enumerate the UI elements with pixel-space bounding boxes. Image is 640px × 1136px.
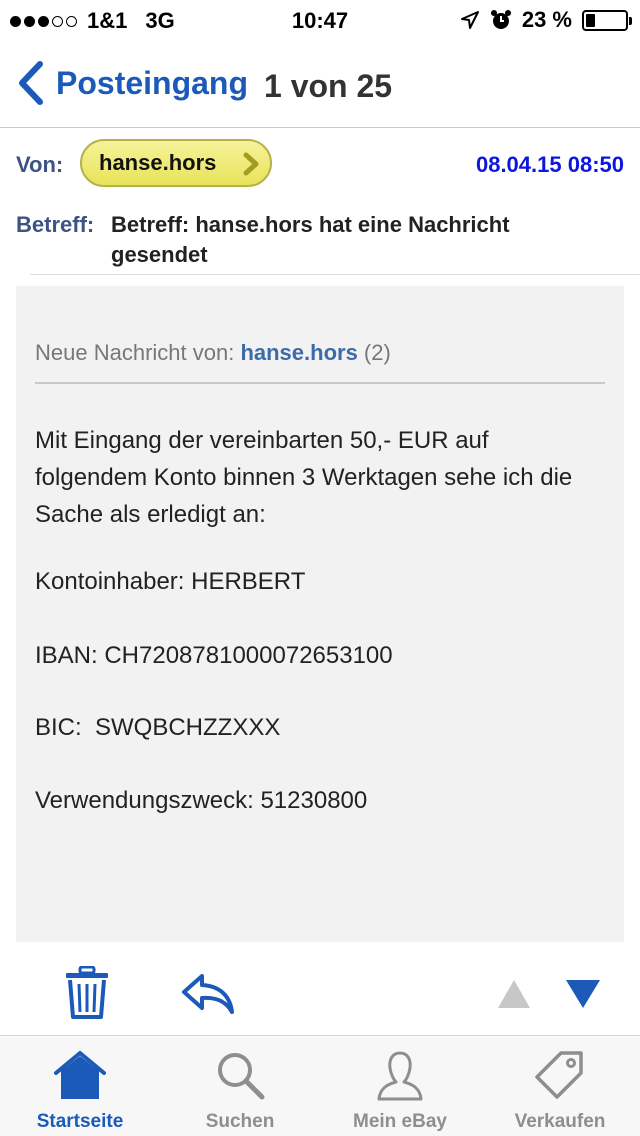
message-date: 08.04.15 08:50	[475, 152, 624, 177]
reply-button[interactable]	[180, 972, 236, 1019]
tab-mein-ebay[interactable]: Mein eBay	[320, 1037, 480, 1136]
battery-icon	[582, 9, 632, 31]
battery-percent: 23 %	[521, 7, 572, 32]
tab-label: Mein eBay	[353, 1111, 447, 1132]
status-bar: 1&1 3G 10:47 23 %	[0, 0, 640, 40]
message-intro-prefix: Neue Nachricht von:	[35, 340, 241, 365]
chevron-left-icon	[19, 61, 43, 105]
location-arrow-icon	[460, 11, 479, 29]
user-icon	[377, 1051, 423, 1101]
back-button[interactable]: Posteingang	[16, 60, 248, 106]
chevron-right-icon	[243, 152, 259, 176]
sender-name: hanse.hors	[99, 150, 217, 175]
iban-line: IBAN: CH7208781000072653100	[35, 642, 393, 669]
message-text: Mit Eingang der vereinbarten 50,- EUR au…	[35, 427, 573, 528]
navigation-bar: Posteingang 1 von 25	[0, 40, 640, 128]
battery-level-fill	[586, 13, 595, 27]
tab-label: Verkaufen	[514, 1111, 606, 1132]
message-counter: 1 von 25	[264, 68, 393, 104]
tab-label: Suchen	[205, 1111, 275, 1132]
bic-line: BIC: SWQBCHZZXXX	[35, 714, 281, 741]
delete-button[interactable]	[64, 965, 110, 1025]
message-body: Neue Nachricht von: hanse.hors (2) Mit E…	[16, 286, 624, 942]
arrow-up-icon	[498, 980, 530, 1008]
account-holder-line: Kontoinhaber: HERBERT	[35, 568, 306, 595]
trash-icon	[66, 965, 108, 1019]
sender-button[interactable]: hanse.hors	[80, 139, 272, 187]
alarm-clock-icon	[490, 10, 511, 29]
next-message-button[interactable]	[564, 978, 602, 1015]
message-intro-count: (2)	[357, 340, 391, 365]
previous-message-button[interactable]	[496, 978, 532, 1015]
message-divider	[35, 382, 605, 384]
tab-verkaufen[interactable]: Verkaufen	[480, 1037, 640, 1136]
tag-icon	[535, 1051, 583, 1099]
reference-line: Verwendungszweck: 51230800	[35, 787, 368, 814]
search-icon	[218, 1053, 265, 1100]
subject-row: Betreff: Betreff: hanse.hors hat eine Na…	[0, 200, 640, 276]
back-button-label: Posteingang	[56, 64, 249, 101]
subject-text: Betreff: hanse.hors hat eine Nachricht g…	[111, 212, 510, 267]
tab-startseite[interactable]: Startseite	[0, 1037, 160, 1136]
tab-label: Startseite	[36, 1111, 124, 1132]
arrow-down-icon	[566, 980, 600, 1008]
from-row: Von: hanse.hors 08.04.15 08:50	[0, 128, 640, 200]
home-icon	[54, 1051, 106, 1099]
reply-icon	[182, 974, 234, 1014]
tab-suchen[interactable]: Suchen	[160, 1037, 320, 1136]
message-intro: Neue Nachricht von: hanse.hors (2)	[35, 340, 391, 366]
divider	[30, 274, 640, 275]
subject-label: Betreff:	[16, 212, 95, 237]
status-right: 23 %	[460, 7, 632, 33]
message-intro-sender-link[interactable]: hanse.hors	[240, 340, 357, 365]
from-label: Von:	[16, 152, 64, 177]
tab-bar: Startseite Suchen Mein eBay Verkaufen	[0, 1037, 640, 1136]
message-toolbar	[0, 950, 640, 1036]
